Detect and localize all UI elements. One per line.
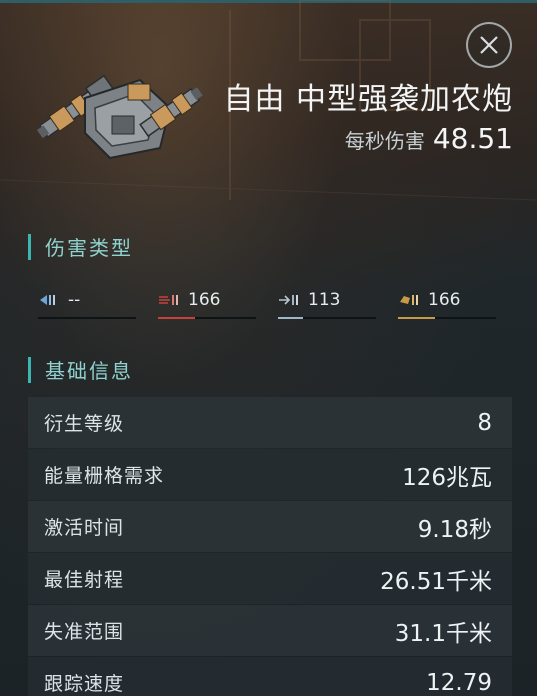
damage-em: --	[38, 284, 136, 324]
damage-explosive: 166	[398, 284, 496, 324]
info-label: 跟踪速度	[44, 673, 125, 695]
damage-type-title: 伤害类型	[45, 236, 133, 260]
base-info-header: 基础信息	[28, 355, 133, 384]
info-row-tracking-speed: 跟踪速度 12.79	[28, 657, 512, 696]
close-icon	[480, 36, 498, 54]
dps-label: 每秒伤害	[344, 129, 425, 153]
info-value: 8	[477, 409, 492, 436]
info-label: 失准范围	[44, 621, 125, 643]
close-button[interactable]	[466, 22, 512, 68]
info-label: 激活时间	[44, 517, 125, 539]
damage-thermal-bar	[158, 317, 256, 319]
info-value: 12.79	[426, 669, 492, 696]
damage-explosive-value: 166	[428, 290, 461, 310]
damage-thermal-fill	[158, 317, 196, 319]
info-value: 9.18秒	[417, 516, 492, 543]
damage-thermal: 166	[158, 284, 256, 324]
item-title: 自由 中型强袭加农炮	[223, 82, 513, 117]
info-row-meta-level: 衍生等级 8	[28, 397, 512, 448]
em-damage-icon	[40, 295, 55, 305]
section-accent-bar	[28, 233, 31, 260]
info-label: 能量栅格需求	[44, 465, 165, 487]
base-info-title: 基础信息	[45, 359, 133, 383]
info-label: 最佳射程	[44, 569, 125, 591]
section-accent-bar	[28, 356, 31, 383]
damage-em-bar	[38, 317, 136, 319]
info-value: 126兆瓦	[402, 464, 492, 491]
damage-kinetic-bar	[278, 317, 376, 319]
info-row-optimal-range: 最佳射程 26.51千米	[28, 553, 512, 604]
damage-kinetic: 113	[278, 284, 376, 324]
info-row-activation-time: 激活时间 9.18秒	[28, 501, 512, 552]
dps-value: 48.51	[432, 122, 513, 155]
damage-thermal-value: 166	[188, 290, 221, 310]
damage-explosive-fill	[398, 317, 436, 319]
info-row-powergrid: 能量栅格需求 126兆瓦	[28, 449, 512, 500]
damage-kinetic-fill	[278, 317, 304, 319]
damage-kinetic-value: 113	[308, 290, 341, 310]
dps-readout: 每秒伤害 48.51	[345, 122, 513, 155]
damage-explosive-bar	[398, 317, 496, 319]
damage-type-header: 伤害类型	[28, 232, 133, 261]
thermal-damage-icon	[159, 295, 178, 305]
info-label: 衍生等级	[44, 413, 125, 435]
info-value: 31.1千米	[394, 620, 492, 647]
base-info-table: 衍生等级 8 能量栅格需求 126兆瓦 激活时间 9.18秒 最佳射程 26.5…	[28, 397, 512, 696]
kinetic-damage-icon	[279, 295, 298, 305]
turret-image	[36, 74, 203, 160]
info-row-falloff: 失准范围 31.1千米	[28, 605, 512, 656]
damage-em-value: --	[68, 290, 81, 310]
damage-type-row: -- 166 113 166	[38, 284, 498, 324]
info-value: 26.51千米	[380, 568, 492, 595]
explosive-damage-icon	[400, 295, 418, 305]
item-info-panel: 自由 中型强袭加农炮 每秒伤害 48.51 伤害类型 -- 166 113 16…	[0, 0, 537, 696]
